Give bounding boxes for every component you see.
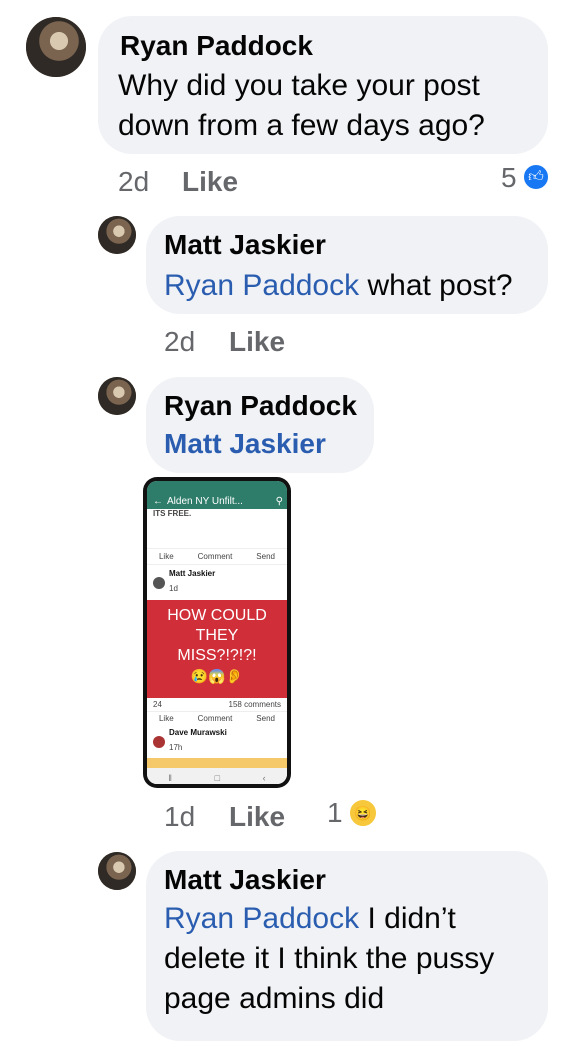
status-bar: [147, 481, 287, 493]
back-arrow-icon: ←: [153, 495, 163, 507]
avatar-matt-jaskier[interactable]: [98, 852, 136, 890]
comment-bubble-2: Matt Jaskier Ryan Paddock what post?: [146, 216, 548, 314]
back-icon: ‹: [262, 773, 266, 783]
post-image: HOW COULD THEY MISS?!?!?! 😢😱👂: [147, 600, 287, 698]
comment-bubble-3: Ryan Paddock Matt Jaskier: [146, 377, 374, 473]
post-actions: Like Comment Send: [147, 548, 287, 565]
post-actions-2: Like Comment Send: [147, 711, 287, 725]
action-send: Send: [256, 714, 275, 723]
like-button[interactable]: Like: [229, 326, 285, 358]
comment-bubble-1: Ryan Paddock Why did you take your post …: [98, 16, 548, 154]
action-send: Send: [256, 552, 275, 561]
like-button[interactable]: Like: [229, 801, 285, 833]
group-title: Alden NY Unfilt...: [167, 495, 243, 507]
home-icon: □: [214, 773, 221, 783]
comment-author[interactable]: Ryan Paddock: [120, 30, 313, 62]
like-thumb-icon: 👍︎: [522, 163, 550, 191]
mention-link[interactable]: Matt Jaskier: [164, 428, 326, 460]
mention-link[interactable]: Ryan Paddock: [164, 902, 359, 935]
reaction-count[interactable]: 5: [501, 162, 517, 194]
comment-author[interactable]: Matt Jaskier: [164, 229, 326, 261]
comment-age: 1d: [164, 801, 196, 832]
post-top-text: ITS FREE.: [153, 509, 192, 518]
comment-text: Ryan Paddock I didn’t delete it I think …: [164, 899, 534, 1019]
group-header: ← Alden NY Unfilt... ⚲: [147, 493, 287, 509]
post-author-avatar: [153, 576, 165, 589]
mention-link[interactable]: Ryan Paddock: [164, 269, 359, 302]
reactions-count: 24: [153, 700, 162, 709]
comment-author[interactable]: Ryan Paddock: [164, 390, 357, 422]
comment-age: 2d: [164, 326, 196, 357]
comments-count: 158 comments: [228, 700, 281, 709]
comment-text-body: what post?: [367, 269, 513, 302]
action-like: Like: [158, 714, 174, 723]
reaction-emoji-icons: 😢😱👂: [190, 668, 244, 684]
yellow-strip: [147, 758, 287, 768]
attached-screenshot[interactable]: ← Alden NY Unfilt... ⚲ ITS FREE. Like Co…: [143, 477, 291, 788]
android-nav-bar: ‖ □ ‹: [147, 768, 287, 784]
avatar-ryan-paddock[interactable]: [98, 377, 136, 415]
post-text: HOW COULD THEY MISS?!?!?!: [167, 607, 267, 664]
next-author-avatar: [153, 735, 165, 748]
avatar-matt-jaskier[interactable]: [98, 216, 136, 254]
comment-bubble-4: Matt Jaskier Ryan Paddock I didn’t delet…: [146, 851, 548, 1041]
search-icon: ⚲: [275, 495, 283, 507]
comment-text: Why did you take your post down from a f…: [118, 69, 485, 142]
screenshot-screen: ← Alden NY Unfilt... ⚲ ITS FREE. Like Co…: [147, 481, 287, 784]
comment-author[interactable]: Matt Jaskier: [164, 864, 326, 896]
comment-text: Ryan Paddock what post?: [164, 266, 544, 306]
reaction-count[interactable]: 1: [327, 797, 343, 829]
post-age: 1d: [169, 584, 178, 593]
action-comment: Comment: [197, 714, 233, 723]
recents-icon: ‖: [168, 773, 173, 783]
action-comment: Comment: [197, 552, 233, 561]
action-like: Like: [158, 552, 174, 561]
avatar-ryan-paddock[interactable]: [26, 17, 86, 77]
next-author: Dave Murawski: [169, 728, 227, 737]
haha-icon: 😆: [348, 798, 378, 828]
like-button[interactable]: Like: [182, 166, 238, 198]
next-age: 17h: [169, 743, 183, 752]
post-author: Matt Jaskier: [169, 569, 216, 578]
comment-age: 2d: [118, 166, 150, 197]
